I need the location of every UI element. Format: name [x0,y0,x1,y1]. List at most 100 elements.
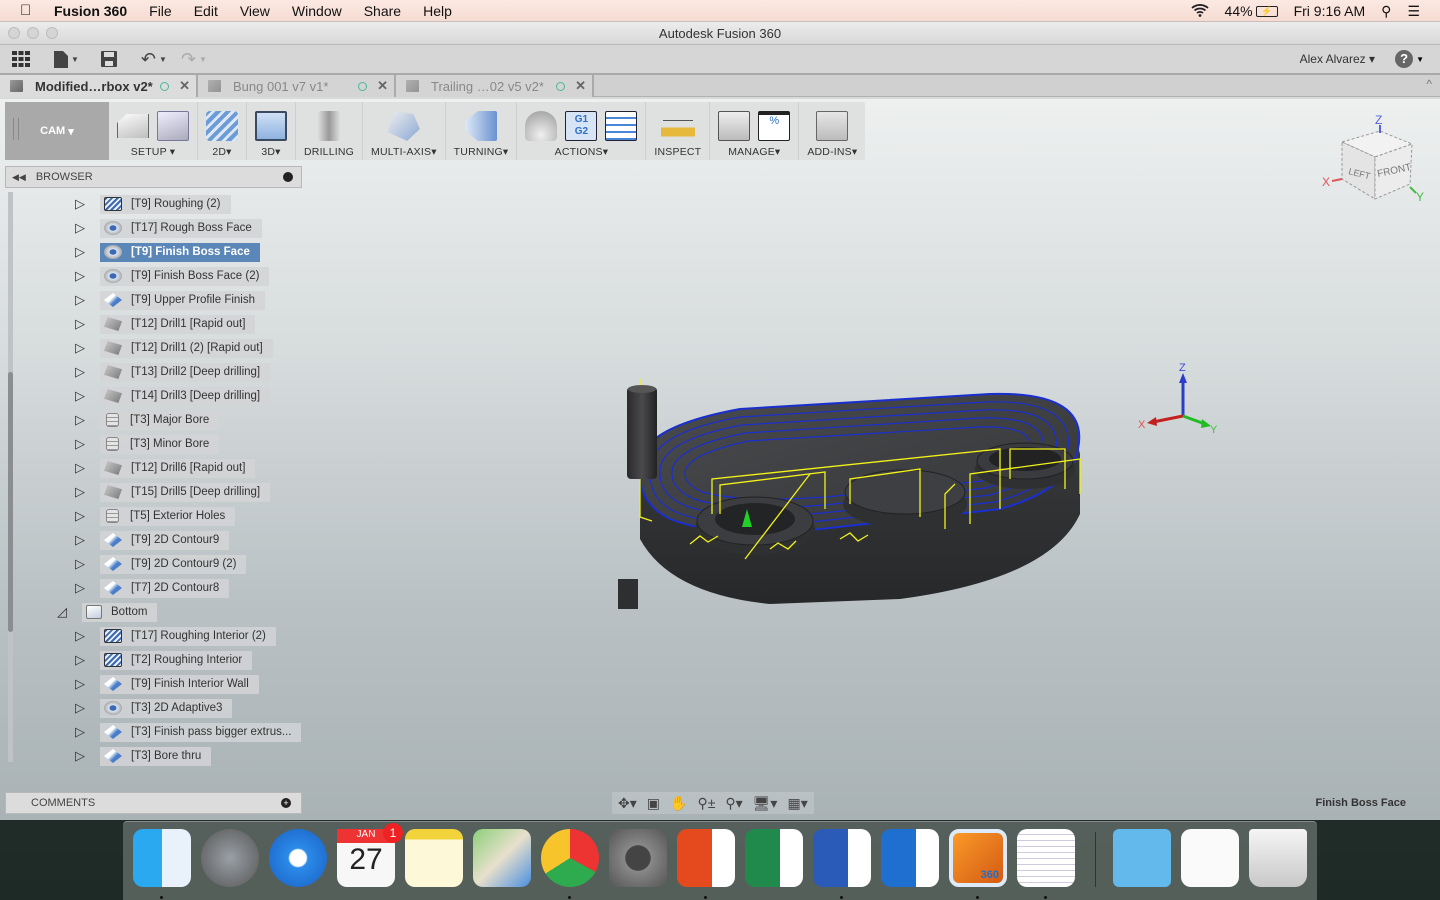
dock-maps-icon[interactable] [473,829,531,887]
comments-panel-header[interactable]: COMMENTS + [5,792,302,814]
browser-operation-item[interactable]: ▷ [T2] Roughing Interior [75,650,253,670]
ribbon-group-add-ins[interactable]: ADD-INS▾ [799,102,865,160]
operation-label-box[interactable]: [T14] Drill3 [Deep drilling] [100,386,271,406]
fit-window-icon[interactable]: ⚲▾ [725,795,742,812]
battery-icon[interactable]: ⚡ [1255,5,1278,17]
apple-menu-icon[interactable]:  [20,2,40,19]
collapse-toolbar-chevron-icon[interactable]: ^ [1426,77,1432,91]
user-account-menu[interactable]: Alex Alvarez ▾ [1300,52,1375,66]
browser-operation-item[interactable]: ▷ [T14] Drill3 [Deep drilling] [75,386,271,406]
browser-operation-item[interactable]: ▷ [T3] Bore thru [75,746,212,766]
setup-label-box[interactable]: Bottom [82,602,158,622]
browser-operation-item[interactable]: ▷ [T3] 2D Adaptive3 [75,698,233,718]
expand-triangle-icon[interactable]: ▷ [75,653,89,667]
operation-label-box[interactable]: [T5] Exterior Holes [100,506,236,526]
expand-triangle-icon[interactable]: ▷ [75,221,89,235]
browser-operation-item[interactable]: ▷ [T12] Drill1 [Rapid out] [75,314,256,334]
expand-triangle-icon[interactable]: ▷ [75,701,89,715]
ribbon-group-setup[interactable]: SETUP ▾ [109,102,198,160]
dock-notes-icon[interactable] [405,829,463,887]
operation-label-box[interactable]: [T9] Upper Profile Finish [100,290,265,310]
close-window-button[interactable] [8,27,20,39]
browser-operation-item[interactable]: ▷ [T3] Major Bore [75,410,220,430]
ribbon-group-manage[interactable]: % MANAGE▾ [710,102,800,160]
add-comment-icon[interactable]: + [281,798,291,808]
browser-operation-item[interactable]: ▷ [T3] Minor Bore [75,434,220,454]
operation-label-box[interactable]: [T3] Finish pass bigger extrus... [100,722,302,742]
document-tab[interactable]: Trailing …02 v5 v2* ✕ [396,75,594,97]
expand-triangle-icon[interactable]: ▷ [75,245,89,259]
dock-excel-icon[interactable] [745,829,803,887]
ribbon-group-inspect[interactable]: INSPECT [646,102,711,160]
dock-chrome-icon[interactable] [541,829,599,887]
operation-label-box[interactable]: [T9] 2D Contour9 (2) [100,554,247,574]
post-process-icon[interactable]: G1 G2 [565,111,598,141]
menu-share[interactable]: Share [364,3,401,19]
collapse-triangle-icon[interactable]: ◿ [57,605,71,619]
setup-sheet-icon[interactable] [605,111,638,141]
document-tab[interactable]: Modified…rbox v2* ✕ [0,75,198,97]
expand-triangle-icon[interactable]: ▷ [75,461,89,475]
browser-operation-item[interactable]: ▷ [T9] Finish Boss Face [75,242,260,262]
pan-hand-icon[interactable]: ✋ [670,795,687,812]
menu-file[interactable]: File [149,3,172,19]
workspace-switcher[interactable]: CAM ▾ [5,102,109,160]
ribbon-group-multi-axis[interactable]: MULTI-AXIS▾ [363,102,446,160]
menu-app-name[interactable]: Fusion 360 [54,3,127,19]
operation-label-box[interactable]: [T2] Roughing Interior [100,650,253,670]
clock[interactable]: Fri 9:16 AM [1294,3,1366,19]
menu-view[interactable]: View [240,3,270,19]
browser-operation-item[interactable]: ▷ [T5] Exterior Holes [75,506,236,526]
browser-operation-item[interactable]: ▷ [T12] Drill1 (2) [Rapid out] [75,338,273,358]
expand-triangle-icon[interactable]: ▷ [75,317,89,331]
ribbon-group-drilling[interactable]: DRILLING [296,102,364,160]
expand-triangle-icon[interactable]: ▷ [75,677,89,691]
browser-operation-item[interactable]: ▷ [T9] Roughing (2) [75,194,231,214]
data-panel-grid-icon[interactable] [12,51,30,67]
expand-triangle-icon[interactable]: ▷ [75,509,89,523]
expand-triangle-icon[interactable]: ▷ [75,629,89,643]
dock-textedit-icon[interactable] [1017,829,1075,887]
look-at-icon[interactable]: ▣ [647,795,660,812]
dock-calendar-icon[interactable]: JAN 27 1 [337,823,403,887]
dock-trash-icon[interactable] [1249,829,1307,887]
expand-triangle-icon[interactable]: ▷ [75,413,89,427]
2d-adaptive-icon[interactable] [206,111,238,141]
collapse-browser-icon[interactable]: ◀◀ [12,172,26,183]
undo-button[interactable]: ↶ ▼ [141,49,167,70]
scripts-addins-icon[interactable] [816,111,849,141]
expand-triangle-icon[interactable]: ▷ [75,437,89,451]
dock-word-icon[interactable] [813,829,871,887]
view-cube[interactable]: LEFT FRONT Z X Y [1320,109,1430,204]
operation-label-box[interactable]: [T13] Drill2 [Deep drilling] [100,362,271,382]
ribbon-group-turning[interactable]: TURNING▾ [446,102,518,160]
close-tab-icon[interactable]: ✕ [179,78,190,94]
dock-document-icon[interactable] [1181,829,1239,887]
operation-label-box[interactable]: [T9] Finish Interior Wall [100,674,259,694]
display-settings-icon[interactable]: 🖥▾ [753,795,778,812]
operation-label-box[interactable]: [T3] 2D Adaptive3 [100,698,233,718]
expand-triangle-icon[interactable]: ▷ [75,749,89,763]
operation-label-box[interactable]: [T9] Finish Boss Face (2) [100,266,270,286]
orbit-icon[interactable]: ✥▾ [618,795,637,812]
dock-launchpad-icon[interactable] [201,829,259,887]
browser-operation-item[interactable]: ▷ [T9] Finish Boss Face (2) [75,266,270,286]
operation-label-box[interactable]: [T7] 2D Contour8 [100,578,230,598]
grid-settings-icon[interactable]: ▦▾ [787,795,807,812]
browser-operation-item[interactable]: ▷ [T9] Upper Profile Finish [75,290,265,310]
save-icon[interactable] [100,51,117,67]
operation-label-box[interactable]: [T3] Bore thru [100,746,212,766]
operation-label-box[interactable]: [T3] Major Bore [100,410,220,430]
setup-sheet-folder-icon[interactable] [157,111,189,141]
browser-operation-item[interactable]: ▷ [T12] Drill6 [Rapid out] [75,458,256,478]
measure-ruler-icon[interactable] [660,111,695,141]
expand-triangle-icon[interactable]: ▷ [75,269,89,283]
dock-safari-icon[interactable] [269,829,327,887]
minimize-window-button[interactable] [27,27,39,39]
document-tab[interactable]: Bung 001 v7 v1* ✕ [198,75,396,97]
dock-finder-icon[interactable] [133,829,191,887]
operation-label-box[interactable]: [T12] Drill6 [Rapid out] [100,458,256,478]
dock-powerpoint-icon[interactable] [677,829,735,887]
browser-operation-item[interactable]: ▷ [T15] Drill5 [Deep drilling] [75,482,271,502]
multi-axis-icon[interactable] [387,111,420,141]
